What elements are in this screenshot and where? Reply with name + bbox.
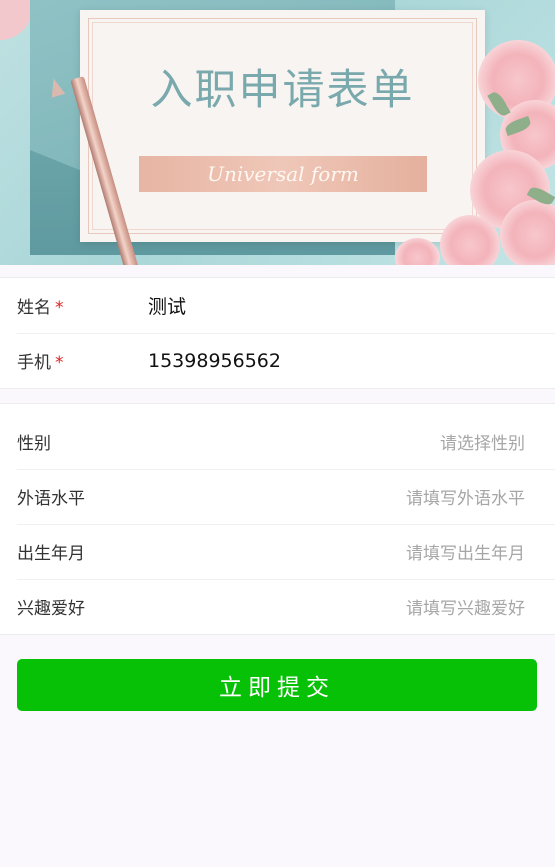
language-level-field-row[interactable]: 外语水平 请填写外语水平 (0, 469, 555, 524)
phone-field-row[interactable]: 手机 * 15398956562 (0, 333, 555, 388)
flower-decoration (395, 238, 440, 265)
name-field-label: 姓名 * (17, 298, 64, 318)
submit-button[interactable]: 立即提交 (17, 659, 537, 711)
name-field-row[interactable]: 姓名 * 测试 (0, 278, 555, 333)
required-mark: * (55, 353, 64, 373)
name-field-input[interactable]: 测试 (148, 292, 186, 319)
hobbies-input[interactable]: 请填写兴趣爱好 (406, 594, 525, 619)
language-level-input[interactable]: 请填写外语水平 (406, 484, 525, 509)
gender-field-row[interactable]: 性别 请选择性别 (0, 414, 555, 469)
petal-decoration (0, 0, 32, 40)
birth-date-input[interactable]: 请填写出生年月 (406, 539, 525, 564)
gender-select[interactable]: 请选择性别 (440, 429, 525, 454)
required-fields-section: 姓名 * 测试 手机 * 15398956562 (0, 277, 555, 389)
banner-ribbon: Universal form (139, 156, 427, 192)
banner-subtitle: Universal form (207, 162, 359, 186)
phone-field-label: 手机 * (17, 353, 64, 373)
optional-fields-section: 性别 请选择性别 外语水平 请填写外语水平 出生年月 请填写出生年月 兴趣爱好 … (0, 403, 555, 635)
required-mark: * (55, 298, 64, 318)
banner-card: 入职申请表单 Universal form (80, 10, 485, 242)
hobbies-field-label: 兴趣爱好 (17, 599, 85, 619)
language-level-field-label: 外语水平 (17, 489, 85, 509)
birth-date-field-row[interactable]: 出生年月 请填写出生年月 (0, 524, 555, 579)
birth-date-field-label: 出生年月 (17, 544, 85, 564)
banner-title: 入职申请表单 (150, 65, 415, 114)
phone-field-input[interactable]: 15398956562 (148, 350, 281, 372)
gender-field-label: 性别 (17, 434, 51, 454)
banner-image: 入职申请表单 Universal form (0, 0, 555, 265)
hobbies-field-row[interactable]: 兴趣爱好 请填写兴趣爱好 (0, 579, 555, 634)
